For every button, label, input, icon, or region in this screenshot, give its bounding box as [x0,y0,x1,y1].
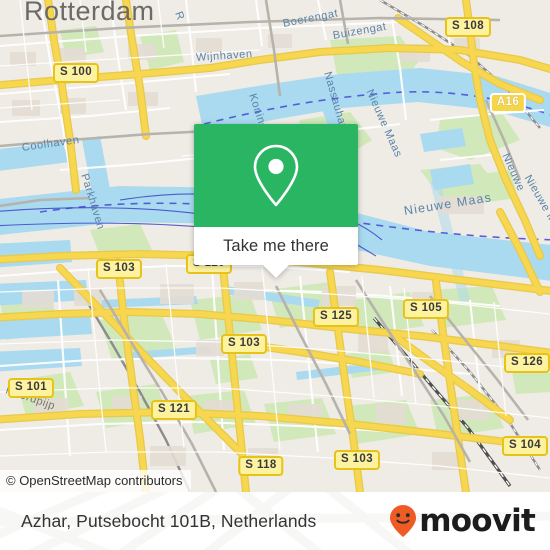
moovit-map-screenshot: Rotterdam Wijnhaven Boerengat Buizengat … [0,0,550,550]
popup-footer: Take me there [194,227,358,278]
footer-bar: Azhar, Putsebocht 101B, Netherlands moov… [0,492,550,550]
moovit-wordmark: moovit [419,502,536,539]
road-shield-s118[interactable]: S 118 [238,456,284,476]
map-canvas[interactable]: Rotterdam Wijnhaven Boerengat Buizengat … [0,0,550,492]
popup-pointer-tail [263,265,289,278]
take-me-there-button[interactable]: Take me there [223,237,329,256]
road-shield-s103-west[interactable]: S 103 [95,259,143,279]
road-shield-s103-center[interactable]: S 103 [220,334,268,354]
road-shield-s101[interactable]: S 101 [7,378,55,398]
road-shield-s105[interactable]: S 105 [402,299,450,319]
road-shield-s125[interactable]: S 125 [312,307,360,327]
road-shield-s103-south[interactable]: S 103 [333,450,381,470]
road-shield-s100[interactable]: S 100 [52,63,100,83]
road-shield-s126[interactable]: S 126 [503,353,550,373]
map-pin-icon [253,144,299,206]
popup-header [194,124,358,227]
osm-attribution[interactable]: © OpenStreetMap contributors [0,470,191,492]
moovit-logo[interactable]: moovit [388,502,536,539]
road-shield-s104[interactable]: S 104 [501,436,549,456]
road-shield-a16[interactable]: A16 [489,93,527,113]
moovit-pin-icon [390,505,417,537]
road-shield-s108[interactable]: S 108 [444,17,492,37]
location-address: Azhar, Putsebocht 101B, Netherlands [21,510,317,531]
road-shield-s121[interactable]: S 121 [150,400,198,420]
location-popup-card[interactable]: Take me there [194,124,358,278]
